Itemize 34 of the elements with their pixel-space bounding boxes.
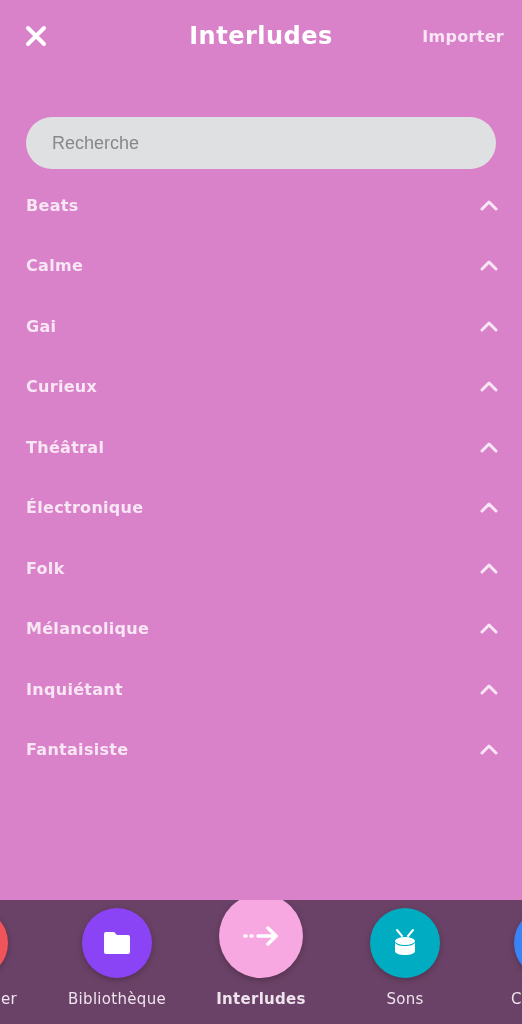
search-field[interactable]: Recherche bbox=[26, 117, 496, 169]
nav-label[interactable]: Sons bbox=[386, 990, 424, 1008]
folder-icon bbox=[102, 930, 132, 956]
nav-label[interactable]: Interludes bbox=[216, 990, 306, 1008]
nav-label[interactable]: Bibliothèque bbox=[68, 990, 166, 1008]
category-label: Calme bbox=[26, 256, 84, 276]
chevron-up-icon[interactable] bbox=[480, 623, 498, 635]
nav-button[interactable] bbox=[370, 908, 440, 978]
nav-label[interactable]: C bbox=[511, 990, 522, 1008]
chevron-up-icon[interactable] bbox=[480, 441, 498, 453]
category-label: Beats bbox=[26, 195, 79, 215]
nav-button[interactable] bbox=[82, 908, 152, 978]
close-icon bbox=[24, 24, 48, 48]
category-label: Gai bbox=[26, 316, 57, 336]
nav-label[interactable]: er bbox=[1, 990, 17, 1008]
close-button[interactable] bbox=[24, 24, 48, 48]
chevron-up-icon[interactable] bbox=[480, 260, 498, 272]
category-label: Électronique bbox=[26, 498, 144, 518]
chevron-up-icon[interactable] bbox=[480, 562, 498, 574]
chevron-up-icon[interactable] bbox=[480, 199, 498, 211]
page-title: Interludes bbox=[189, 22, 333, 50]
chevron-up-icon[interactable] bbox=[480, 683, 498, 695]
category-label: Inquiétant bbox=[26, 679, 123, 699]
category-label: Curieux bbox=[26, 377, 98, 397]
category-label: Fantaisiste bbox=[26, 740, 129, 760]
chevron-up-icon[interactable] bbox=[480, 381, 498, 393]
chevron-up-icon[interactable] bbox=[480, 502, 498, 514]
arrow-right-icon bbox=[243, 925, 279, 947]
category-label: Mélancolique bbox=[26, 619, 150, 639]
category-label: Théâtral bbox=[26, 437, 105, 457]
category-label: Folk bbox=[26, 558, 65, 578]
nav-button[interactable] bbox=[219, 900, 303, 978]
chevron-up-icon[interactable] bbox=[480, 744, 498, 756]
chevron-up-icon[interactable] bbox=[480, 320, 498, 332]
